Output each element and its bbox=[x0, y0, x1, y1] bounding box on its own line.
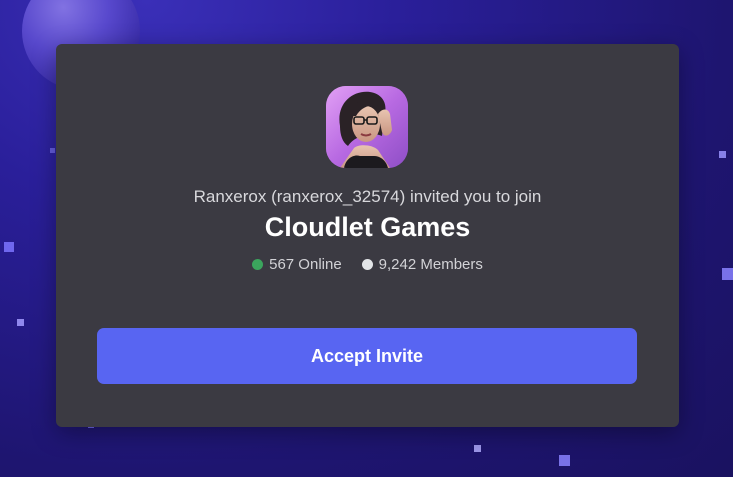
inviter-text: Ranxerox (ranxerox_32574) invited you to… bbox=[193, 187, 542, 206]
server-avatar bbox=[326, 86, 408, 168]
members-stat: 9,242 Members bbox=[361, 256, 483, 273]
invite-card: Ranxerox (ranxerox_32574) invited you to… bbox=[56, 44, 679, 427]
decorative-star bbox=[474, 445, 481, 452]
server-stats: 567 Online 9,242 Members bbox=[56, 256, 679, 273]
member-count: 9,242 Members bbox=[378, 256, 483, 273]
online-stat: 567 Online bbox=[252, 256, 342, 273]
online-status-dot-icon bbox=[252, 259, 264, 270]
server-avatar-image bbox=[326, 86, 408, 168]
decorative-star bbox=[50, 148, 55, 153]
decorative-star bbox=[17, 319, 24, 326]
online-count: 567 Online bbox=[269, 256, 342, 273]
decorative-star bbox=[4, 242, 14, 252]
server-name: Cloudlet Games bbox=[264, 212, 471, 242]
decorative-star bbox=[559, 455, 570, 466]
accept-invite-button[interactable]: Accept Invite bbox=[97, 328, 637, 384]
members-dot-icon bbox=[361, 259, 373, 270]
decorative-star bbox=[719, 151, 726, 158]
decorative-star bbox=[722, 268, 733, 280]
